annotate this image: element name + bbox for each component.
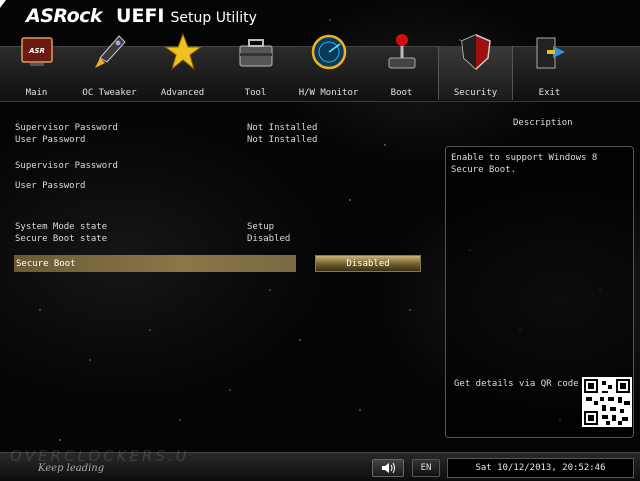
secure-boot-state-label: Secure Boot state	[15, 234, 108, 244]
description-title: Description	[513, 118, 573, 128]
tab-main-label: Main	[25, 88, 48, 98]
star-icon	[164, 32, 202, 71]
user-password-status-row: User Password Not Installed	[15, 135, 317, 145]
supervisor-password-status-label: Supervisor Password	[15, 123, 118, 133]
tab-security[interactable]: Security	[438, 34, 513, 100]
tab-boot-label: Boot	[390, 88, 413, 98]
supervisor-password-status-value: Not Installed	[247, 123, 318, 133]
system-mode-row: System Mode state Setup	[15, 222, 274, 232]
speaker-icon	[382, 462, 395, 474]
mouse-cursor-icon	[0, 0, 6, 8]
system-mode-label: System Mode state	[15, 222, 108, 232]
description-panel: Enable to support Windows 8 Secure Boot.…	[445, 146, 634, 438]
secure-boot-value-button[interactable]: Disabled	[315, 255, 421, 272]
exit-door-icon	[536, 37, 565, 69]
uefi-title: UEFI	[116, 5, 165, 27]
description-text: Enable to support Windows 8 Secure Boot.	[451, 153, 598, 175]
toolbox-icon	[239, 39, 273, 67]
setup-utility-title: Setup Utility	[170, 10, 257, 26]
footer-bar: OVERCLOCKERS.U Keep leading EN Sat 10/12…	[0, 447, 640, 481]
tab-oc-tweaker-label: OC Tweaker	[82, 88, 137, 98]
qr-code-label: Get details via QR code	[454, 379, 579, 389]
tab-oc-tweaker[interactable]: OC Tweaker	[73, 30, 146, 100]
shield-icon	[461, 34, 491, 71]
datetime-display: Sat 10/12/2013, 20:52:46	[447, 458, 634, 478]
tab-hw-monitor-label: H/W Monitor	[298, 88, 359, 98]
secure-boot-state-row: Secure Boot state Disabled	[15, 234, 290, 244]
tab-hw-monitor[interactable]: H/W Monitor	[292, 30, 365, 100]
user-password-status-value: Not Installed	[247, 135, 318, 145]
main-nav: ASR Main OC Tweaker Advanced Tool H/W Mo…	[0, 30, 586, 100]
tab-exit-label: Exit	[538, 88, 561, 98]
tagline: Keep leading	[38, 463, 105, 474]
system-mode-value: Setup	[247, 222, 275, 232]
secure-boot-state-value: Disabled	[247, 234, 291, 244]
tab-tool[interactable]: Tool	[219, 30, 292, 100]
tab-advanced-label: Advanced	[160, 88, 205, 98]
secure-boot-option-row[interactable]: Secure Boot	[14, 255, 296, 272]
brand-header: ASRock UEFI Setup Utility	[26, 5, 257, 27]
tab-main[interactable]: ASR Main	[0, 30, 73, 100]
tab-tool-label: Tool	[244, 88, 267, 98]
tab-exit[interactable]: Exit	[513, 30, 586, 100]
volume-button[interactable]	[372, 459, 404, 477]
supervisor-password-status-row: Supervisor Password Not Installed	[15, 123, 317, 133]
secure-boot-label: Secure Boot	[16, 259, 76, 269]
tab-security-label: Security	[453, 88, 498, 98]
tab-advanced[interactable]: Advanced	[146, 30, 219, 100]
main-screen-icon: ASR	[21, 37, 53, 66]
set-supervisor-password-item[interactable]: Supervisor Password	[15, 161, 118, 171]
user-password-status-label: User Password	[15, 135, 86, 145]
settings-panel: Supervisor Password Not Installed User P…	[0, 112, 440, 447]
qr-code-icon	[582, 377, 632, 427]
rocket-icon	[95, 35, 126, 68]
radar-icon	[311, 34, 347, 70]
tab-boot[interactable]: Boot	[365, 30, 438, 100]
joystick-icon	[388, 34, 416, 69]
language-button[interactable]: EN	[412, 459, 440, 477]
asrock-logo: ASRock	[26, 5, 103, 27]
set-user-password-item[interactable]: User Password	[15, 181, 85, 191]
svg-text:ASR: ASR	[28, 47, 45, 55]
